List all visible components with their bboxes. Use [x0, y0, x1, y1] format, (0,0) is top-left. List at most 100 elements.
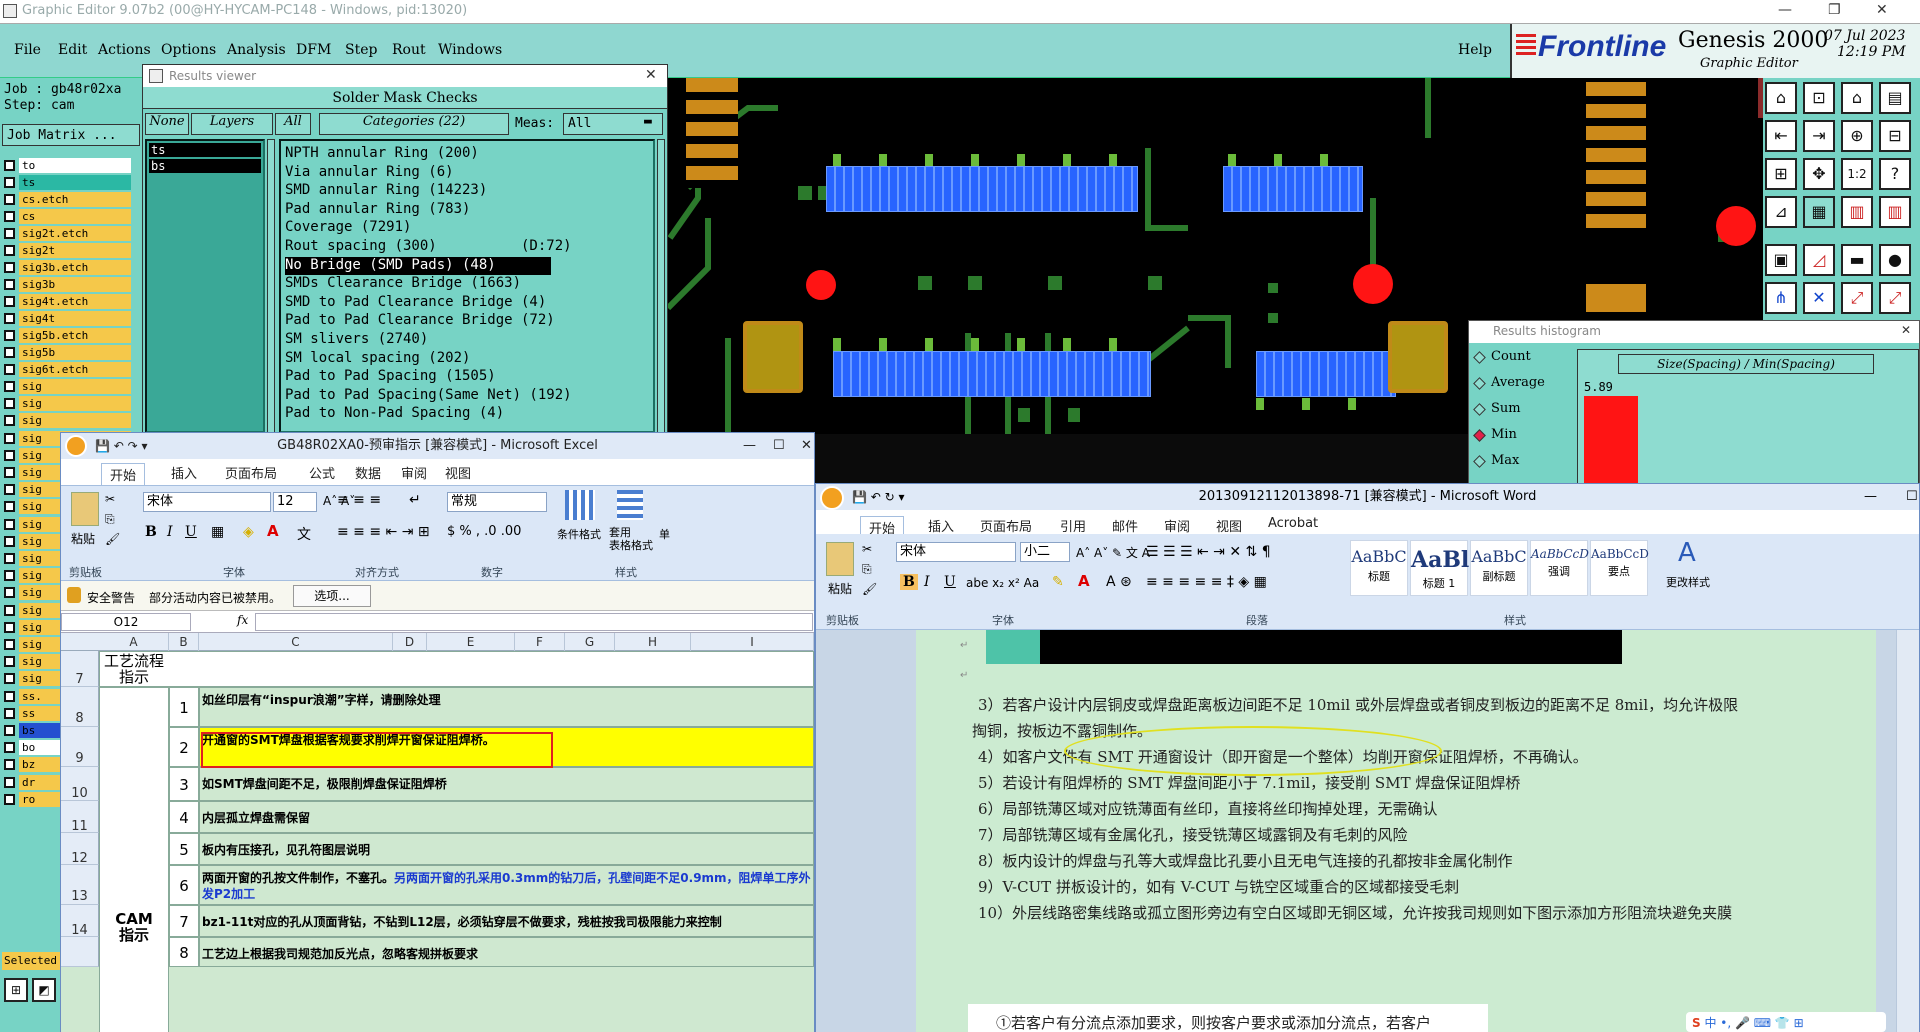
layer-row[interactable]: sig5b.etch	[4, 328, 138, 343]
layer-checkbox[interactable]	[4, 347, 15, 358]
category-item[interactable]: SM slivers (2740)	[285, 331, 605, 349]
layer-checkbox[interactable]	[4, 570, 15, 582]
measure-icon[interactable]: ⊿	[1765, 196, 1797, 228]
layer-checkbox[interactable]	[4, 604, 15, 616]
red-result-marker[interactable]	[1353, 264, 1393, 304]
layer-name[interactable]: sig	[19, 413, 131, 429]
menu-dfm[interactable]: DFM	[296, 42, 331, 58]
tab-acrobat[interactable]: Acrobat	[1268, 516, 1318, 531]
layer-checkbox[interactable]	[4, 587, 15, 599]
histogram-header[interactable]: Size(Spacing) / Min(Spacing)	[1618, 354, 1874, 374]
layer-name[interactable]: cs	[19, 209, 131, 224]
menu-analysis[interactable]: Analysis	[227, 42, 286, 58]
menu-options[interactable]: Options	[161, 42, 216, 58]
layer-checkbox[interactable]	[4, 313, 15, 324]
document-page[interactable]: ↵ ↵ 3）若客户设计内层铜皮或焊盘距离板边间距不足 10mil 或外层焊盘或者…	[916, 630, 1876, 1032]
menu-windows[interactable]: Windows	[438, 42, 502, 58]
layer-name[interactable]: cs.etch	[19, 192, 131, 207]
style-item[interactable]: AaBl 标题 1	[1410, 540, 1469, 596]
layer-checkbox[interactable]	[4, 279, 15, 290]
row-header[interactable]: 11	[61, 801, 99, 834]
layer-tool-a-icon[interactable]: ⊞	[4, 978, 28, 1002]
layer-checkbox[interactable]	[4, 725, 15, 736]
font-grow-icon[interactable]: A˄ A˅ ✎ 文 A	[1076, 544, 1150, 561]
layer-result-list[interactable]: ts bs	[145, 139, 265, 433]
close-icon[interactable]: ✕	[801, 433, 812, 459]
category-item[interactable]: Pad to Pad Spacing(Same Net) (192)	[285, 387, 605, 405]
pan-left-icon[interactable]: ⇤	[1765, 120, 1797, 152]
layer-checkbox[interactable]	[4, 518, 15, 530]
category-item[interactable]: Coverage (7291)	[285, 219, 605, 237]
underline-icon[interactable]: U	[944, 574, 956, 590]
layer-row[interactable]: sig2t	[4, 243, 138, 258]
instruction-cell[interactable]: 如丝印层有“inspur浪潮”字样，请删除处理	[199, 687, 814, 727]
layer-name[interactable]: sig2t.etch	[19, 226, 131, 241]
layer-checkbox[interactable]	[4, 364, 15, 375]
layer-row[interactable]: cs.etch	[4, 192, 138, 207]
layer-checkbox[interactable]	[4, 330, 15, 341]
italic-icon[interactable]: I	[167, 524, 173, 540]
style-item[interactable]: AaBbCcD 强调	[1530, 540, 1589, 596]
menu-file[interactable]: File	[14, 42, 41, 58]
tab-page-layout[interactable]: 页面布局	[225, 463, 277, 482]
layer-checkbox[interactable]	[4, 553, 15, 564]
worksheet-grid[interactable]: 工艺流程 指示 CAM 指示 7 8 1 如丝印层有“inspur浪潮”字样，请删除处…	[61, 651, 814, 1032]
bullets-icon[interactable]: ☰ ☰ ☰ ⇤ ⇥ ✕ ⇅ ¶	[1146, 544, 1271, 560]
none-button[interactable]: None	[145, 113, 189, 135]
layer-checkbox[interactable]	[4, 501, 15, 513]
split-icon[interactable]: ⊟	[1879, 120, 1911, 152]
layer-name[interactable]: ts	[19, 175, 131, 190]
number-format-dropdown[interactable]: 常规	[447, 492, 547, 512]
menu-rout[interactable]: Rout	[392, 42, 426, 58]
row-header[interactable]: 12	[61, 833, 99, 866]
instruction-cell[interactable]: 两面开窗的孔按文件制作，不塞孔。另两面开窗的孔采用0.3mm的钻刀后，孔壁间距不…	[199, 865, 814, 905]
align-left-icon[interactable]: ≡ ≡ ≡ ⇤ ⇥ ⊞	[337, 524, 430, 540]
center-icon[interactable]: ✥	[1803, 158, 1835, 190]
layer-checkbox[interactable]	[4, 160, 15, 171]
zoom-in-icon[interactable]: ⊕	[1841, 120, 1873, 152]
category-item[interactable]: Pad annular Ring (783)	[285, 201, 605, 219]
layer-checkbox[interactable]	[4, 639, 15, 650]
restore-icon[interactable]: ❐	[1828, 2, 1841, 18]
layer-checkbox[interactable]	[4, 742, 15, 754]
layer-row[interactable]: sig	[4, 396, 138, 412]
layer-checkbox[interactable]	[4, 690, 15, 702]
meas-dropdown[interactable]: All ▬	[563, 113, 663, 135]
cell-style-label[interactable]: 单	[659, 526, 670, 542]
table-format-icon[interactable]	[617, 490, 643, 520]
column-header[interactable]: G	[565, 633, 615, 651]
font-name-dropdown[interactable]: 宋体	[143, 492, 271, 512]
layer-name[interactable]: sig4t	[19, 311, 131, 326]
tab-page-layout[interactable]: 页面布局	[980, 516, 1032, 535]
style-item[interactable]: AaBbC 标题	[1350, 540, 1408, 596]
step-number-cell[interactable]: 6	[169, 865, 199, 905]
red-result-marker[interactable]	[806, 270, 836, 300]
category-item[interactable]: NPTH annular Ring (200)	[285, 145, 605, 163]
category-item[interactable]: Pad to Pad Clearance Bridge (72)	[285, 312, 605, 330]
row-header[interactable]	[61, 937, 99, 967]
ruler-icon[interactable]: ▬	[1841, 244, 1873, 276]
paste-label[interactable]: 粘贴	[828, 580, 852, 597]
tab-view[interactable]: 视图	[1216, 516, 1242, 535]
office-button-icon[interactable]	[65, 435, 87, 457]
row-header[interactable]: 13	[61, 865, 99, 905]
step-number-cell[interactable]: 1	[169, 687, 199, 727]
maximize-icon[interactable]: ☐	[1906, 484, 1918, 510]
row-header[interactable]: 8	[61, 687, 99, 727]
scrollbar[interactable]	[657, 139, 665, 433]
pan-right-icon[interactable]: ⇥	[1803, 120, 1835, 152]
minimize-icon[interactable]: —	[1864, 484, 1877, 510]
office-button-icon[interactable]	[820, 486, 844, 510]
layers-button[interactable]: Layers	[191, 113, 273, 135]
name-box[interactable]: O12	[61, 613, 191, 631]
cross-icon[interactable]: ✕	[1803, 282, 1835, 314]
tab-mailings[interactable]: 邮件	[1112, 516, 1138, 535]
category-item[interactable]: SMDs Clearance Bridge (1663)	[285, 275, 605, 293]
column-header[interactable]: A	[99, 633, 169, 651]
quick-access-icon[interactable]: 💾 ↶ ↻ ▾	[852, 484, 905, 510]
draw-icon[interactable]: ◿	[1803, 244, 1835, 276]
bold-icon[interactable]: B	[145, 524, 157, 540]
layer-checkbox[interactable]	[4, 467, 15, 478]
ime-toolbar[interactable]: S 中 •, 🎤 ⌨ 👕 ⊞	[1686, 1012, 1886, 1032]
paste-icon[interactable]	[71, 492, 99, 526]
